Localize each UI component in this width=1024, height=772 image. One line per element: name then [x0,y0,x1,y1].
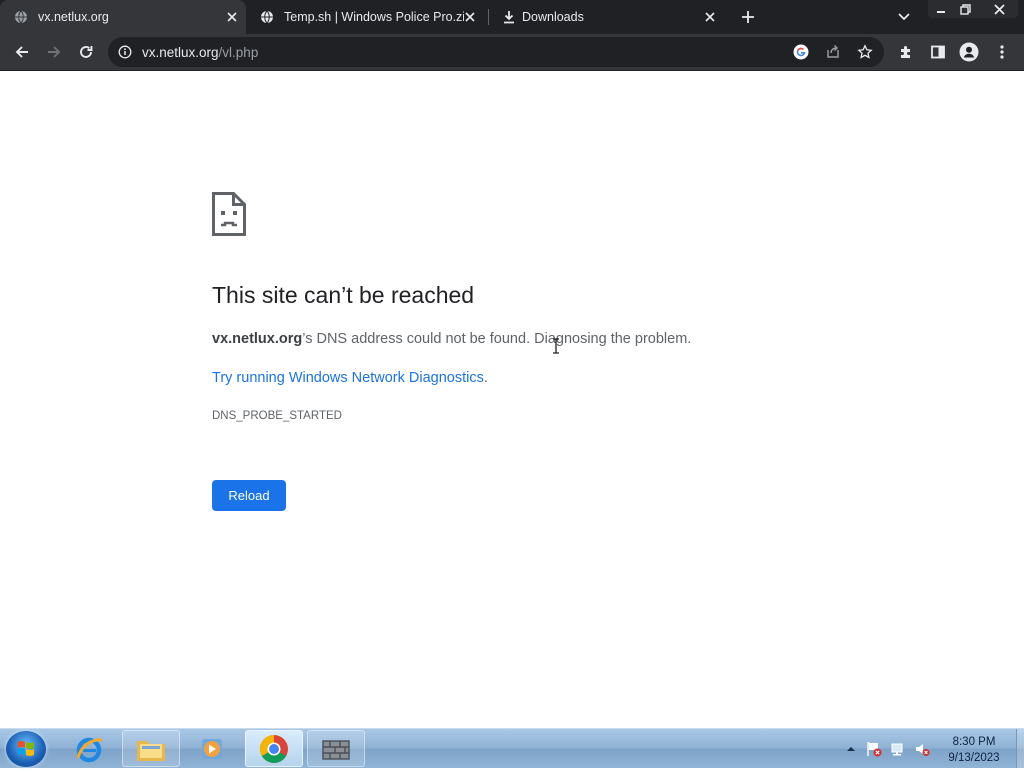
globe-icon [260,10,274,24]
menu-icon[interactable] [991,41,1013,63]
error-suggestion: Try running Windows Network Diagnostics. [212,370,488,386]
url-host: vx.netlux.org [142,45,219,60]
reload-icon[interactable] [75,41,97,63]
suggestion-end: . [483,370,488,386]
address-bar[interactable]: vx.netlux.org/vl.php [108,37,884,67]
clock-date: 9/13/2023 [948,752,1000,764]
show-hidden-icons-icon[interactable] [843,741,859,757]
url-text[interactable]: vx.netlux.org/vl.php [142,45,258,60]
show-desktop-button[interactable] [1016,729,1024,768]
sad-page-icon [212,192,246,236]
share-icon[interactable] [824,43,842,61]
network-diagnostics-link[interactable]: Try running Windows Network Diagnostics [212,370,484,386]
tab-title: vx.netlux.org [38,10,109,24]
bookmark-star-icon[interactable] [856,43,874,61]
clock-time: 8:30 PM [952,736,996,748]
action-center-flag-icon[interactable] [866,741,882,757]
forward-button[interactable] [43,41,65,63]
windows-taskbar: 8:30 PM 9/13/2023 [0,728,1024,768]
back-button[interactable] [11,41,33,63]
error-page: This site can’t be reached vx.netlux.org… [0,71,1024,728]
firewall-app-icon[interactable] [307,730,365,767]
browser-toolbar: vx.netlux.org/vl.php [0,34,1024,71]
network-icon[interactable] [890,741,906,757]
tab-temp-sh[interactable]: Temp.sh | Windows Police Pro.zip [246,0,488,34]
side-panel-icon[interactable] [927,41,949,63]
tab-vx-netlux[interactable]: vx.netlux.org [0,0,246,34]
globe-grey-icon [14,10,28,24]
google-icon[interactable] [792,43,810,61]
profile-avatar-icon[interactable] [958,41,980,63]
tab-title: Temp.sh | Windows Police Pro.zip [284,10,464,24]
new-tab-button[interactable] [736,6,760,28]
tab-title: Downloads [522,10,584,24]
tab-downloads[interactable]: Downloads [488,0,726,34]
info-icon[interactable] [118,45,132,59]
tab-search-button[interactable] [894,8,914,26]
close-tab-icon[interactable] [224,9,240,25]
close-window-button[interactable] [984,0,1014,18]
restore-button[interactable] [952,0,978,18]
file-explorer-icon[interactable] [122,730,180,767]
url-path: /vl.php [218,45,259,60]
error-code: DNS_PROBE_STARTED [212,410,342,422]
system-clock[interactable]: 8:30 PM 9/13/2023 [938,734,1010,766]
reload-button[interactable]: Reload [212,480,286,511]
download-icon [502,10,516,24]
minimize-button[interactable] [928,0,954,18]
media-player-icon[interactable] [183,730,241,767]
start-button[interactable] [6,731,46,767]
error-message: ’s DNS address could not be found. Diagn… [302,331,692,347]
close-tab-icon[interactable] [462,9,478,25]
error-title: This site can’t be reached [212,282,475,308]
extensions-icon[interactable] [895,41,917,63]
tab-strip: vx.netlux.org Temp.sh | Windows Police P… [0,0,1024,34]
volume-muted-icon[interactable] [914,741,930,757]
internet-explorer-icon[interactable] [60,730,118,767]
chrome-icon[interactable] [245,730,303,767]
error-host: vx.netlux.org [212,331,303,347]
error-description: vx.netlux.org’s DNS address could not be… [212,331,691,347]
text-cursor-icon [553,338,559,354]
close-tab-icon[interactable] [702,9,718,25]
